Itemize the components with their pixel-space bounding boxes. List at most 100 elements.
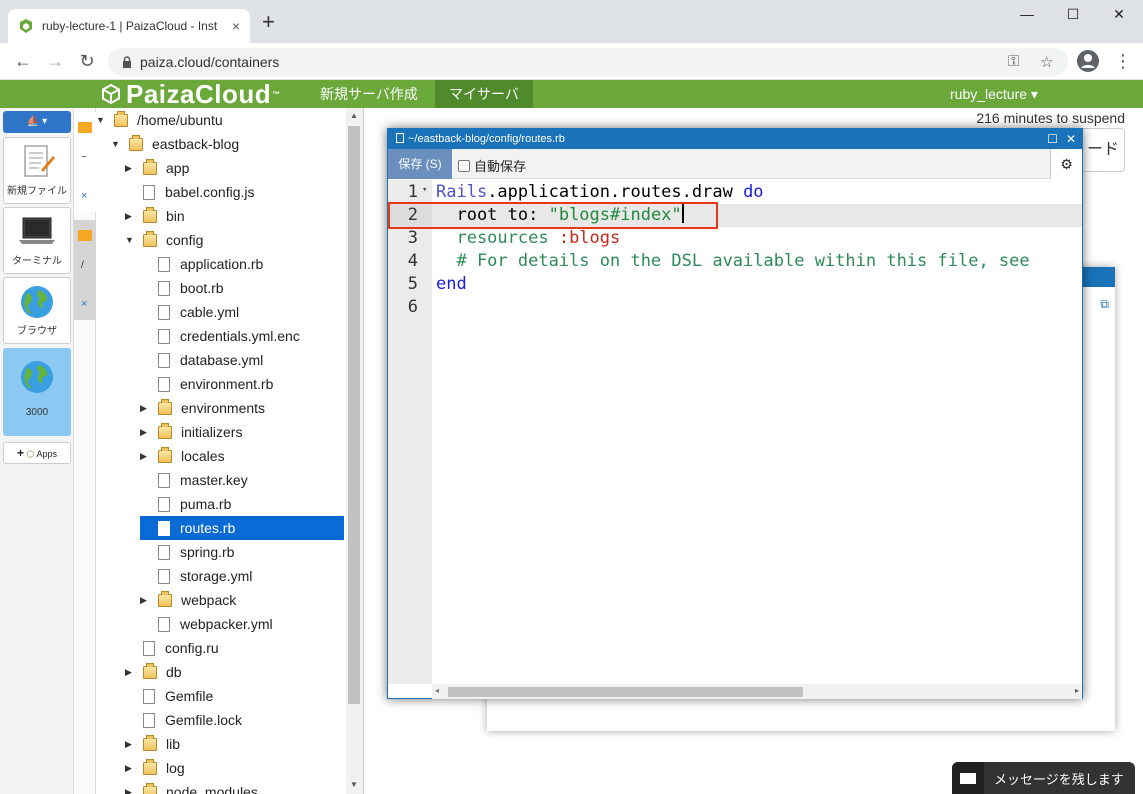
tree-item-webpacker-yml[interactable]: webpacker.yml (158, 612, 273, 636)
editor-window[interactable]: ~/eastback-blog/config/routes.rb ☐ ✕ 保存 … (387, 128, 1083, 699)
nav-new-server[interactable]: 新規サーバ作成 (306, 80, 432, 108)
browser-menu-icon[interactable]: ⋮ (1114, 51, 1132, 72)
folder-icon (143, 158, 157, 175)
scroll-up-icon[interactable]: ▲ (350, 111, 358, 120)
tree-item-label: webpacker.yml (180, 616, 273, 632)
close-icon[interactable]: × (81, 190, 87, 202)
file-icon (143, 712, 155, 728)
tab-close-icon[interactable]: × (232, 18, 240, 34)
tree-item-environment-rb[interactable]: environment.rb (158, 372, 273, 396)
tree-item-config[interactable]: ▼ config (125, 228, 203, 252)
terminal-button[interactable]: ターミナル (3, 207, 71, 274)
tree-item-babel-config[interactable]: babel.config.js (143, 180, 255, 204)
dock-menu-button[interactable]: ⛵ ▾ (3, 111, 71, 133)
tree-item-label: boot.rb (180, 280, 224, 296)
tree-item-gemfile[interactable]: Gemfile (143, 684, 213, 708)
vertical-tab-strip: ~ × / × (74, 108, 96, 794)
file-icon (143, 184, 155, 200)
bookmark-star-icon[interactable]: ☆ (1040, 53, 1053, 71)
window-close-button[interactable]: ✕ (1104, 6, 1134, 26)
save-button[interactable]: 保存 (S) (388, 149, 452, 179)
tree-item-db[interactable]: ▶ db (125, 660, 182, 684)
code-token: Rails (436, 182, 488, 202)
tree-item-eastback-blog[interactable]: ▼ eastback-blog (111, 132, 239, 156)
back-arrow-icon[interactable]: ← (12, 51, 34, 72)
collapsed-arrow-icon: ▶ (140, 403, 147, 413)
tree-item-cable-yml[interactable]: cable.yml (158, 300, 239, 324)
file-icon (158, 304, 170, 320)
new-tab-button[interactable]: + (262, 11, 275, 33)
tree-item-credentials[interactable]: credentials.yml.enc (158, 324, 300, 348)
fold-arrow-icon[interactable]: ▾ (422, 185, 427, 195)
maximize-icon[interactable]: ☐ (1047, 129, 1058, 149)
forward-arrow-icon[interactable]: → (44, 51, 66, 72)
tree-item-label: credentials.yml.enc (180, 328, 300, 344)
tree-item-environments[interactable]: ▶ environments (140, 396, 265, 420)
file-tree: ▼ /home/ubuntu ▼ eastback-blog ▶ app babel.… (96, 108, 346, 794)
tree-item-bin[interactable]: ▶ bin (125, 204, 185, 228)
tree-item-puma-rb[interactable]: puma.rb (158, 492, 231, 516)
tree-item-label: puma.rb (180, 496, 232, 512)
code-editor[interactable]: 1 ▾ 2 3 4 5 6 Rails.application.routes.d… (388, 180, 1082, 684)
tree-item-node-modules[interactable]: ▶ node_modules (125, 780, 258, 794)
reload-icon[interactable]: ↻ (76, 51, 98, 72)
tree-item-master-key[interactable]: master.key (158, 468, 248, 492)
editor-scroll-thumb[interactable] (448, 687, 803, 697)
scroll-right-icon[interactable]: ▸ (1075, 686, 1079, 695)
tree-item-database-yml[interactable]: database.yml (158, 348, 263, 372)
tree-item-webpack[interactable]: ▶ webpack (140, 588, 236, 612)
tree-item-application-rb[interactable]: application.rb (158, 252, 263, 276)
tree-item-boot-rb[interactable]: boot.rb (158, 276, 224, 300)
close-icon[interactable]: ✕ (1066, 129, 1076, 149)
key-icon[interactable]: ⚿ (1008, 53, 1019, 70)
address-bar: ← → ↻ paiza.cloud/containers ⚿ ☆ ⋮ (0, 43, 1143, 80)
tree-item-log[interactable]: ▶ log (125, 756, 185, 780)
tree-item-routes-rb-selected[interactable]: routes.rb (140, 516, 344, 540)
browser-tab[interactable]: ruby-lecture-1 | PaizaCloud - Inst × (8, 9, 250, 43)
url-omnibox[interactable]: paiza.cloud/containers ⚿ ☆ (108, 48, 1068, 76)
autosave-checkbox[interactable] (458, 159, 470, 172)
close-icon[interactable]: × (81, 298, 87, 310)
autosave-toggle[interactable]: 自動保存 (458, 156, 526, 175)
gear-icon[interactable]: ⚙ (1050, 149, 1082, 179)
leave-message-widget[interactable]: メッセージを残します (952, 762, 1135, 794)
browser-button[interactable]: ブラウザ (3, 277, 71, 344)
paizacloud-logo[interactable]: PaizaCloud ™ (100, 79, 281, 109)
line-number: 4 (407, 251, 418, 271)
background-dialog-button[interactable]: ード (1080, 128, 1125, 172)
new-file-button[interactable]: 新規ファイル (3, 137, 71, 204)
tree-item-home-ubuntu[interactable]: ▼ /home/ubuntu (96, 108, 223, 132)
tree-item-initializers[interactable]: ▶ initializers (140, 420, 242, 444)
folder-icon (114, 110, 128, 127)
paiza-cube-icon: ⬡ (26, 449, 35, 459)
tree-item-label: config (166, 232, 204, 248)
tree-item-app[interactable]: ▶ app (125, 156, 189, 180)
collapsed-arrow-icon: ▶ (140, 427, 147, 437)
scroll-down-icon[interactable]: ▼ (350, 780, 358, 789)
tree-item-lib[interactable]: ▶ lib (125, 732, 180, 756)
tree-scrollbar[interactable]: ▲ ▼ (346, 108, 363, 794)
scroll-left-icon[interactable]: ◂ (435, 686, 439, 695)
file-icon (158, 256, 170, 272)
tree-scroll-thumb[interactable] (348, 126, 360, 704)
tree-item-spring-rb[interactable]: spring.rb (158, 540, 234, 564)
add-apps-button[interactable]: + ⬡ Apps (3, 442, 71, 464)
tree-item-gemfile-lock[interactable]: Gemfile.lock (143, 708, 242, 732)
tree-tab-1[interactable]: ~ × (74, 112, 96, 212)
nav-my-server[interactable]: マイサーバ (435, 80, 533, 108)
maximize-button[interactable]: ☐ (1058, 6, 1088, 26)
tree-tab-2[interactable]: / × (74, 220, 96, 320)
tree-item-locales[interactable]: ▶ locales (140, 444, 225, 468)
tree-item-config-ru[interactable]: config.ru (143, 636, 219, 660)
open-external-icon[interactable]: ⧉ (1100, 297, 1109, 312)
profile-avatar-icon[interactable] (1077, 50, 1099, 72)
editor-horizontal-scrollbar[interactable]: ◂ ▸ (432, 684, 1082, 699)
tree-item-label: storage.yml (180, 568, 253, 584)
user-menu[interactable]: ruby_lecture ▾ (950, 80, 1038, 108)
port-3000-button[interactable]: 3000 (3, 348, 71, 436)
editor-titlebar[interactable]: ~/eastback-blog/config/routes.rb ☐ ✕ (388, 129, 1082, 149)
collapsed-arrow-icon: ▶ (140, 595, 147, 605)
globe-icon (21, 361, 53, 393)
minimize-button[interactable]: — (1012, 6, 1042, 26)
tree-item-storage-yml[interactable]: storage.yml (158, 564, 252, 588)
